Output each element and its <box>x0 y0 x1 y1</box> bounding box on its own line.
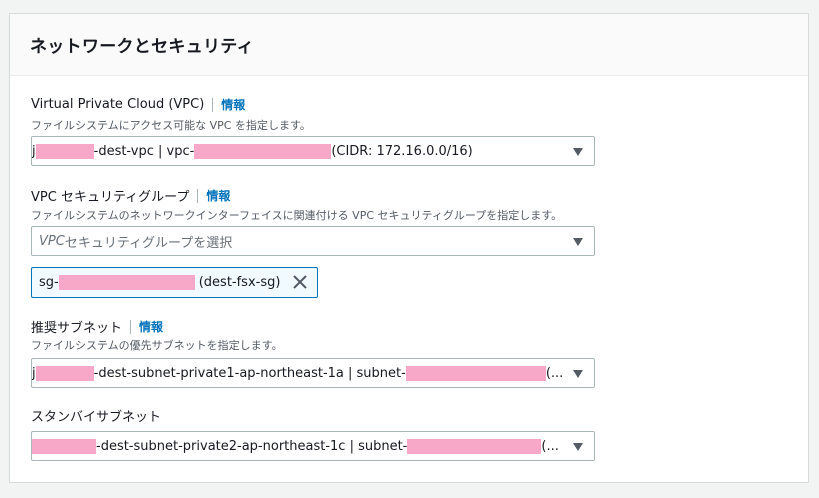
preferred-subnet-description: ファイルシステムの優先サブネットを指定します。 <box>31 339 283 352</box>
sg-field-label: VPC セキュリティグループ 情報 <box>31 186 230 205</box>
redaction <box>35 365 94 381</box>
standby-subnet-ellipsis: (... <box>541 438 559 454</box>
vpc-description: ファイルシステムにアクセス可能な VPC を指定します。 <box>31 119 311 132</box>
vpc-selected-value: j -dest-vpc | vpc- (CIDR: 172.16.0.0/16) <box>32 143 473 159</box>
sg-placeholder: VPC セキュリティグループを選択 <box>32 232 232 251</box>
sg-description: ファイルシステムのネットワークインターフェイスに関連付ける VPC セキュリティ… <box>31 209 563 222</box>
divider <box>130 319 132 334</box>
close-icon[interactable] <box>291 273 309 291</box>
sg-token: sg- (dest-fsx-sg) <box>31 267 318 298</box>
sg-select[interactable]: VPC セキュリティグループを選択 <box>31 226 595 256</box>
sg-info-link[interactable]: 情報 <box>206 187 230 204</box>
section-title: ネットワークとセキュリティ <box>30 37 254 57</box>
caret-down-icon <box>573 370 583 378</box>
preferred-subnet-info-link[interactable]: 情報 <box>139 318 163 335</box>
divider <box>212 97 214 112</box>
preferred-subnet-label: 推奨サブネット <box>31 321 123 336</box>
redaction <box>35 143 94 159</box>
panel-header: ネットワークとセキュリティ <box>10 14 808 76</box>
preferred-subnet-field-label: 推奨サブネット 情報 <box>31 317 163 336</box>
vpc-info-link[interactable]: 情報 <box>221 96 245 113</box>
caret-down-icon <box>573 238 583 246</box>
caret-down-icon <box>573 148 583 156</box>
standby-subnet-label: スタンバイサブネット <box>31 410 162 425</box>
sg-token-prefix: sg- <box>39 275 59 290</box>
preferred-subnet-ellipsis: (... <box>545 365 564 381</box>
redaction <box>405 365 546 381</box>
redaction <box>407 438 542 454</box>
vpc-field-label: Virtual Private Cloud (VPC) 情報 <box>31 96 245 113</box>
vpc-cidr: (CIDR: 172.16.0.0/16) <box>331 143 473 159</box>
vpc-name: -dest-vpc | vpc- <box>93 143 195 159</box>
sg-token-label: sg- (dest-fsx-sg) <box>39 275 280 290</box>
vpc-label: Virtual Private Cloud (VPC) <box>31 97 205 112</box>
redaction <box>32 438 96 454</box>
preferred-subnet-select[interactable]: j -dest-subnet-private1-ap-northeast-1a … <box>31 358 595 388</box>
sg-placeholder-text: セキュリティグループを選択 <box>64 235 233 251</box>
divider <box>197 188 199 203</box>
redaction <box>58 275 195 290</box>
sg-token-name: (dest-fsx-sg) <box>198 275 281 290</box>
sg-placeholder-prefix: VPC <box>39 233 65 249</box>
standby-subnet-name: -dest-subnet-private2-ap-northeast-1c | … <box>96 438 408 454</box>
network-security-panel: ネットワークとセキュリティ Virtual Private Cloud (VPC… <box>9 13 809 483</box>
sg-label: VPC セキュリティグループ <box>31 190 190 205</box>
standby-subnet-field-label: スタンバイサブネット <box>31 406 161 425</box>
standby-subnet-select[interactable]: -dest-subnet-private2-ap-northeast-1c | … <box>31 431 595 461</box>
preferred-subnet-selected-value: j -dest-subnet-private1-ap-northeast-1a … <box>32 365 564 381</box>
preferred-subnet-name: -dest-subnet-private1-ap-northeast-1a | … <box>93 365 406 381</box>
redaction <box>194 143 332 159</box>
standby-subnet-selected-value: -dest-subnet-private2-ap-northeast-1c | … <box>32 438 559 454</box>
vpc-select[interactable]: j -dest-vpc | vpc- (CIDR: 172.16.0.0/16) <box>31 136 595 166</box>
caret-down-icon <box>573 443 583 451</box>
